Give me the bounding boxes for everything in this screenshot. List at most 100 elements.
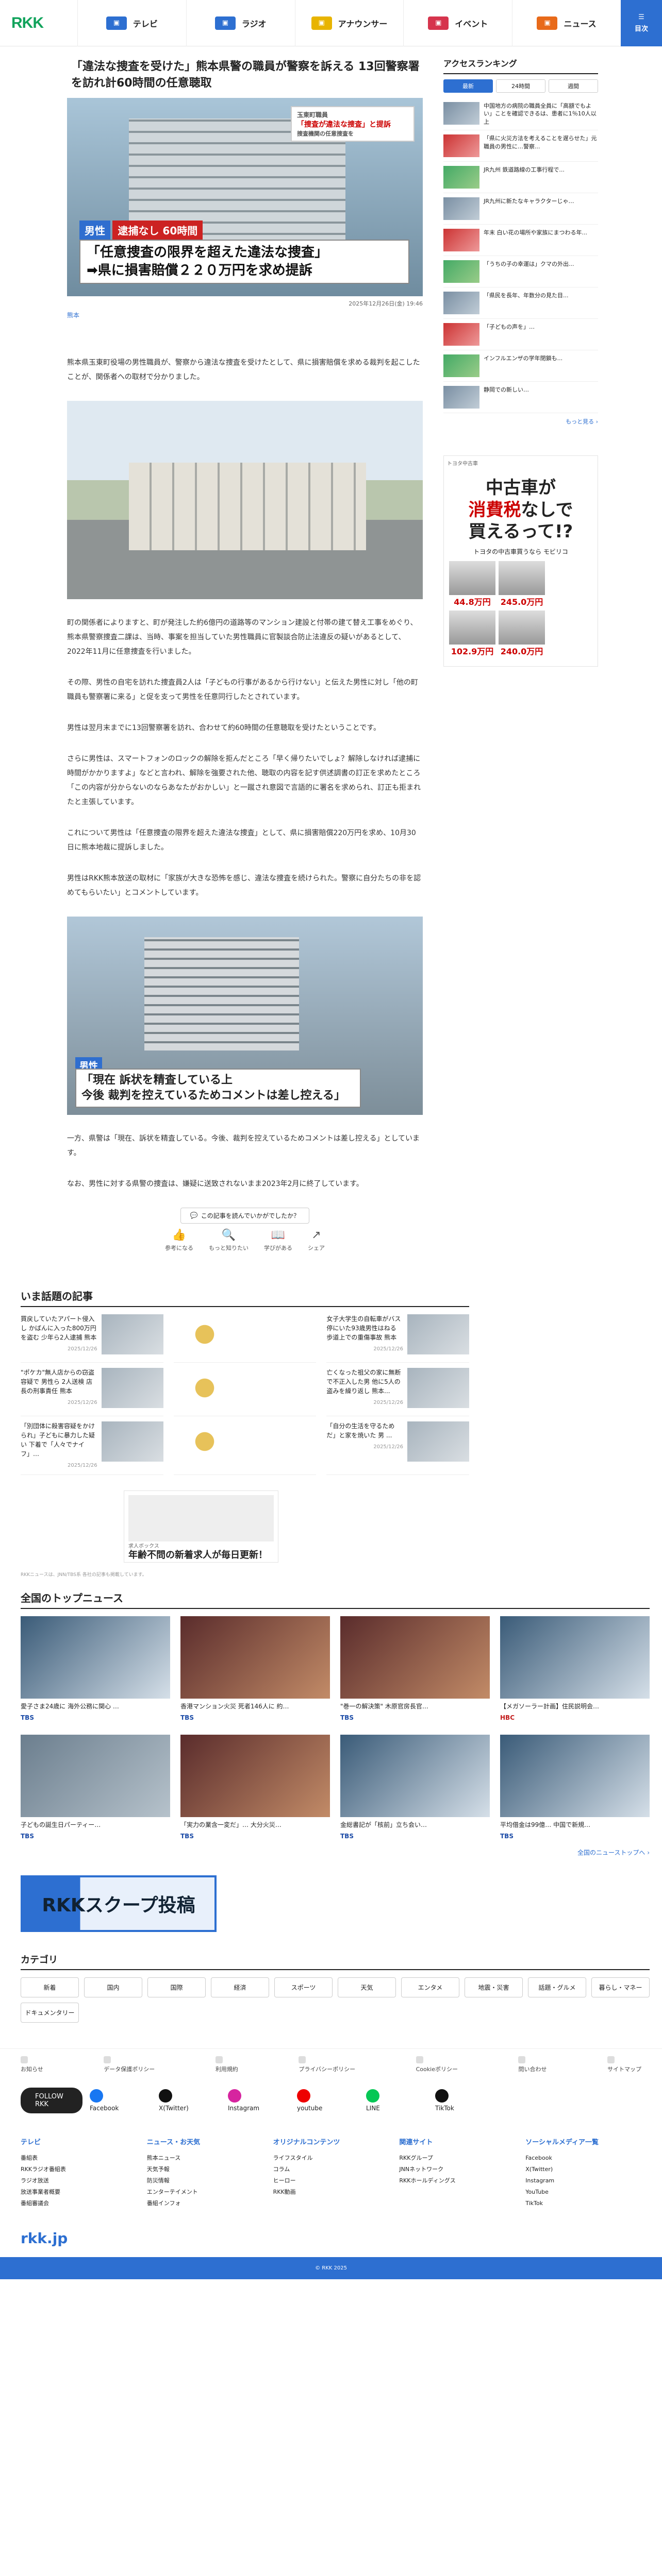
topic-item[interactable]: 亡くなった祖父の家に無断で不正入した男 他に5人の盗みを繰り返し 熊本... 20… <box>326 1367 469 1416</box>
footer-logo[interactable]: rkk.jp <box>0 2209 662 2257</box>
ranking-item[interactable]: 「子どもの声を」… <box>443 319 598 351</box>
footer-link[interactable]: RKKホールディングス <box>399 2175 515 2187</box>
national-more-link[interactable]: 全国のニューストップへ › <box>577 1849 650 1856</box>
utility-link[interactable]: 利用規約 <box>215 2056 238 2073</box>
reaction-button[interactable]: ↗ シェア <box>308 1229 325 1252</box>
footer-link[interactable]: RKK動画 <box>273 2187 389 2198</box>
reaction-button[interactable]: 🔍 もっと知りたい <box>209 1229 249 1252</box>
topic-item[interactable]: 「自分の生活を守るためだ」と家を焼いた 男 ... 2025/12/26 <box>326 1421 469 1475</box>
topic-image <box>101 1367 163 1408</box>
category-button[interactable]: 国際 <box>147 1977 206 1997</box>
category-button[interactable]: 国内 <box>84 1977 142 1997</box>
nav-item[interactable]: ▣ イベント <box>403 0 512 46</box>
social-link[interactable]: Instagram <box>228 2089 290 2112</box>
ranking-item[interactable]: JR九州に新たなキャラクターじゃ… <box>443 193 598 225</box>
menu-button[interactable]: ☰ 目次 <box>621 0 662 46</box>
category-button[interactable]: 話題・グルメ <box>528 1977 586 1997</box>
topic-item[interactable]: "ポケカ"無人店からの窃盗容疑で 男性ら 2人送検 店長の刑事責任 熊本 2025… <box>21 1367 163 1416</box>
ranking-item[interactable]: JR九州 鉄道路線の工事行程で... <box>443 162 598 194</box>
footer-link[interactable]: TikTok <box>525 2198 641 2209</box>
ranking-tab[interactable]: 週間 <box>549 79 598 93</box>
category-button[interactable]: 新着 <box>21 1977 79 1997</box>
footer-heading: テレビ <box>21 2138 41 2146</box>
utility-link[interactable]: Cookieポリシー <box>416 2056 458 2073</box>
topic-item[interactable]: 買戻していたアパート侵入し かばんに入った800万円を盗む 少年ら2人逮捕 熊本… <box>21 1314 163 1363</box>
ranking-more-link[interactable]: もっと見る › <box>566 418 598 425</box>
topic-item[interactable]: 「別団体に殺害容疑をかけられ」子どもに暴力した疑い 下着で「人々でナイフ」… 20… <box>21 1421 163 1475</box>
national-card[interactable]: "巻一の解決策" 木原官房長官… TBS <box>340 1616 490 1721</box>
footer-link[interactable]: 天気予報 <box>147 2164 263 2175</box>
ranking-item[interactable]: 中国地方の病院の職員全員に「高額でもよい」ことを確認できるは、患者に1％10人以… <box>443 98 598 131</box>
national-card[interactable]: 【メガソーラー計画】住民説明会… HBC <box>500 1616 650 1721</box>
footer-link[interactable]: YouTube <box>525 2187 641 2198</box>
ranking-item[interactable]: 年末 白い花の場所や家族にまつわる年... <box>443 225 598 257</box>
reaction-button[interactable]: 📖 学びがある <box>264 1229 292 1252</box>
category-button[interactable]: 暮らし・マネー <box>591 1977 650 1997</box>
footer-link[interactable]: 防災情報 <box>147 2175 263 2187</box>
footer-link[interactable]: X(Twitter) <box>525 2164 641 2175</box>
utility-link[interactable]: プライバシーポリシー <box>299 2056 355 2073</box>
inline-ad[interactable]: 求人ボックス 年齢不問の新着求人が毎日更新！ <box>124 1490 278 1563</box>
footer-link[interactable]: 番組表 <box>21 2153 137 2164</box>
site-logo[interactable]: RKK <box>0 14 77 32</box>
ranking-item[interactable]: 静岡での新しい… <box>443 382 598 414</box>
footer-link[interactable]: 放送事業者概要 <box>21 2187 137 2198</box>
category-button[interactable]: 経済 <box>211 1977 269 1997</box>
ranking-item[interactable]: 「県民を長年、年数分の見た目... <box>443 287 598 319</box>
footer-link[interactable]: Instagram <box>525 2175 641 2187</box>
footer-link[interactable]: JNNネットワーク <box>399 2164 515 2175</box>
nav-item[interactable]: ▣ ニュース <box>512 0 621 46</box>
national-card[interactable]: 香港マンション火災 死者146人に 約… TBS <box>180 1616 330 1721</box>
nav-item[interactable]: ▣ アナウンサー <box>294 0 404 46</box>
footer-link[interactable]: Facebook <box>525 2153 641 2164</box>
national-card[interactable]: 平均借金は99億… 中国で新規… TBS <box>500 1734 650 1840</box>
footer-link[interactable]: コラム <box>273 2164 389 2175</box>
social-label: Facebook <box>90 2104 119 2112</box>
category-button[interactable]: 地震・災害 <box>465 1977 523 1997</box>
ranking-tab[interactable]: 最新 <box>443 79 493 93</box>
footer-link[interactable]: RKKラジオ番組表 <box>21 2164 137 2175</box>
national-card[interactable]: 「実力の業含一変だ」… 大分火災… TBS <box>180 1734 330 1840</box>
national-card[interactable]: 金総書記が「核前」立ち会い… TBS <box>340 1734 490 1840</box>
reaction-button[interactable]: 👍 参考になる <box>165 1229 193 1252</box>
trending-section: いま話題の記事 買戻していたアパート侵入し かばんに入った800万円を盗む 少年… <box>0 1288 662 1578</box>
social-link[interactable]: TikTok <box>435 2089 497 2112</box>
category-button[interactable]: スポーツ <box>274 1977 333 1997</box>
ranking-item[interactable]: インフルエンザの学年閉鎖も... <box>443 350 598 382</box>
utility-link[interactable]: お知らせ <box>21 2056 43 2073</box>
footer-link[interactable]: ライフスタイル <box>273 2153 389 2164</box>
scoop-banner[interactable]: RKKスクープ投稿 <box>21 1875 217 1932</box>
category-button[interactable]: エンタメ <box>401 1977 459 1997</box>
footer-link[interactable]: RKKグループ <box>399 2153 515 2164</box>
category-button[interactable]: 天気 <box>338 1977 396 1997</box>
topic-item[interactable] <box>173 1421 317 1475</box>
social-link[interactable]: LINE <box>366 2089 428 2112</box>
ranking-item[interactable]: 「県に火災方法を考えることを遅らせた」元職員の男性に…警察... <box>443 130 598 162</box>
footer-link[interactable]: ラジオ放送 <box>21 2175 137 2187</box>
topic-item[interactable] <box>173 1314 317 1363</box>
nav-item[interactable]: ▣ ラジオ <box>186 0 295 46</box>
ranking-item[interactable]: 「うちの子の幸運は」クマの外出... <box>443 256 598 288</box>
national-card[interactable]: 愛子さま24歳に 海外公務に関心 … TBS <box>21 1616 170 1721</box>
footer-link[interactable]: 番組インフォ <box>147 2198 263 2209</box>
footer-link[interactable]: エンターテイメント <box>147 2187 263 2198</box>
social-link[interactable]: Facebook <box>90 2089 152 2112</box>
footer-link[interactable]: ヒーロー <box>273 2175 389 2187</box>
national-card[interactable]: 子どもの誕生日パーティー… TBS <box>21 1734 170 1840</box>
utility-link[interactable]: データ保護ポリシー <box>104 2056 155 2073</box>
link-icon <box>104 2056 111 2063</box>
footer-link[interactable]: 番組審議会 <box>21 2198 137 2209</box>
category-button[interactable]: ドキュメンタリー <box>21 2002 79 2023</box>
topic-item[interactable] <box>173 1367 317 1416</box>
utility-link[interactable]: 問い合わせ <box>518 2056 547 2073</box>
topic-item[interactable]: 女子大学生の自転車がバス停にいた93歳男性はねる 歩道上での重傷事故 熊本 202… <box>326 1314 469 1363</box>
nav-item[interactable]: ▣ テレビ <box>77 0 186 46</box>
ranking-tab[interactable]: 24時間 <box>496 79 545 93</box>
social-link[interactable]: youtube <box>297 2089 359 2112</box>
topic-text: "ポケカ"無人店からの窃盗容疑で 男性ら 2人送検 店長の刑事責任 熊本 2025… <box>21 1368 97 1406</box>
footer-link[interactable]: 熊本ニュース <box>147 2153 263 2164</box>
utility-link[interactable]: サイトマップ <box>607 2056 641 2073</box>
sidebar-ad[interactable]: トヨタ中古車 中古車が 消費税なしで 買えるって!? トヨタの中古車買うなら モビリ… <box>443 455 598 667</box>
article-credit[interactable]: 熊本 <box>67 306 79 319</box>
social-link[interactable]: X(Twitter) <box>159 2089 221 2112</box>
